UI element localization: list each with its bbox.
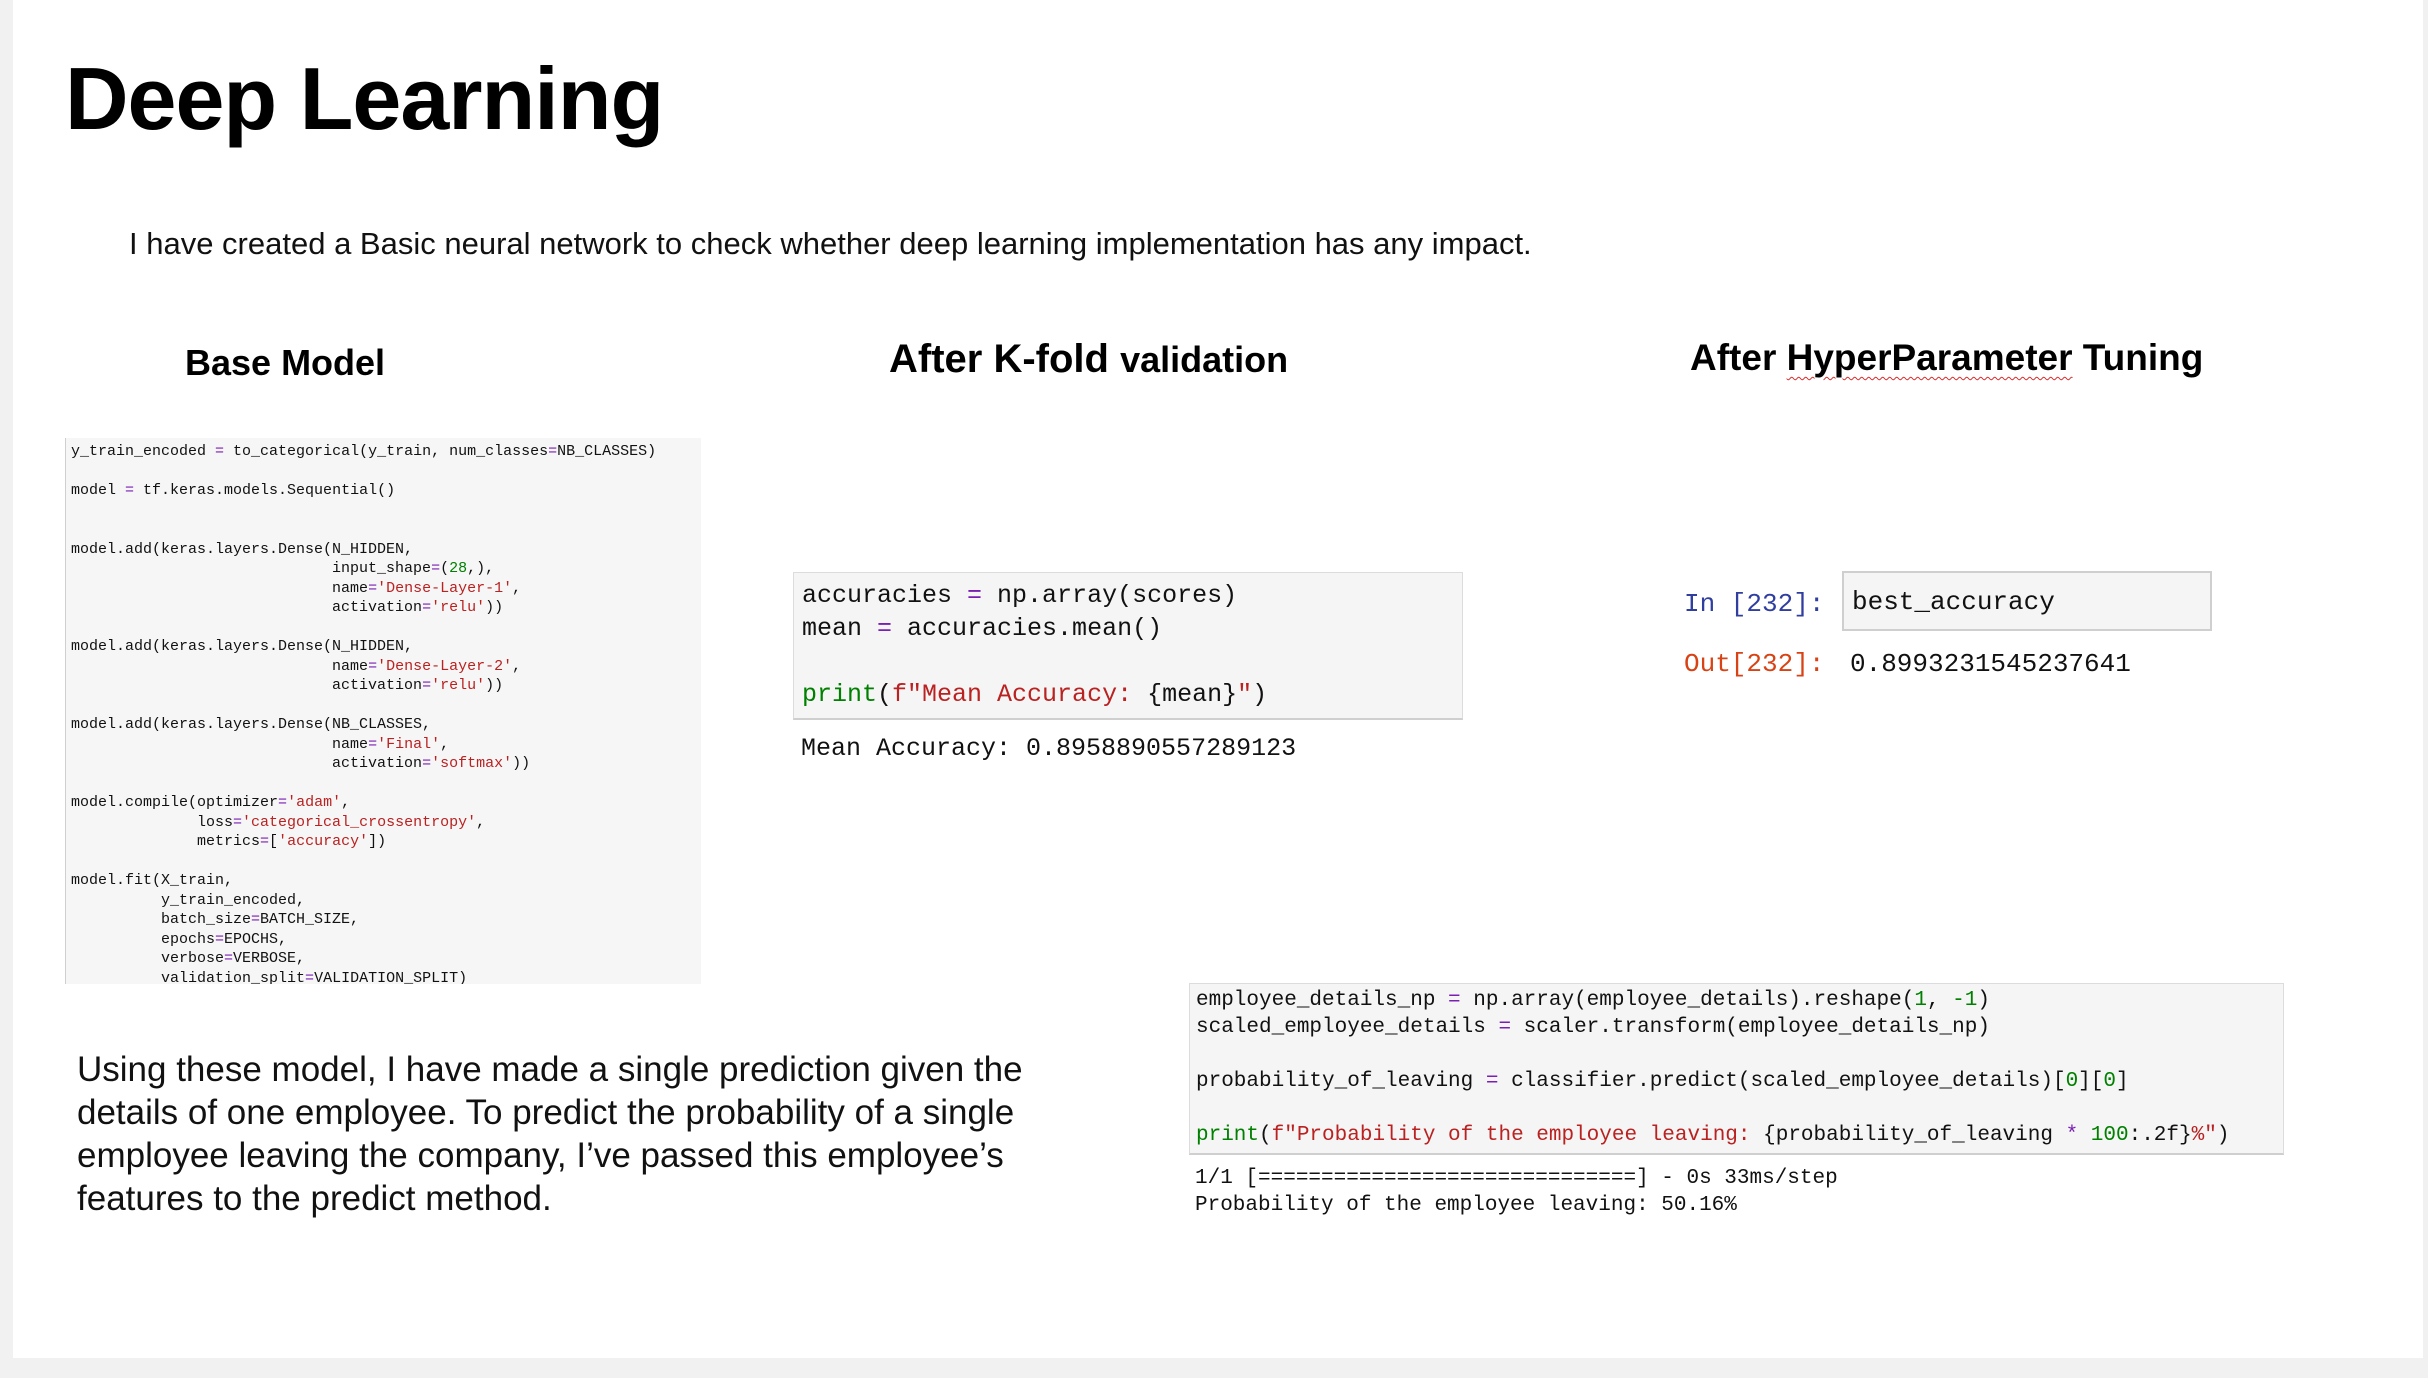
code-line: name='Dense-Layer-1', <box>71 579 522 597</box>
progress-output-line: 1/1 [==============================] - 0… <box>1195 1167 1838 1190</box>
code-line: activation='relu')) <box>71 599 504 616</box>
code-line: accuracies = np.array(scores) <box>802 581 1238 610</box>
code-line: print(f"Probability of the employee leav… <box>1196 1124 2230 1147</box>
code-line: scaled_employee_details = scaler.transfo… <box>1196 1016 1990 1039</box>
heading-kfold-small: validation <box>1120 339 1289 380</box>
code-line: name='Dense-Layer-2', <box>71 657 522 675</box>
probability-output-line: Probability of the employee leaving: 50.… <box>1195 1194 1737 1217</box>
intro-text: I have created a Basic neural network to… <box>129 226 1532 261</box>
code-line: y_train_encoded = to_categorical(y_train… <box>71 443 657 460</box>
heading-base-model: Base Model <box>185 342 386 383</box>
code-line: verbose=VERBOSE, <box>71 950 306 967</box>
heading-hyper-post: Tuning <box>2072 337 2204 378</box>
heading-kfold-main: After K-fold <box>889 337 1109 381</box>
code-line: model.add(keras.layers.Dense(N_HIDDEN, <box>71 540 414 558</box>
out-prompt-label: Out[232]: <box>1684 649 1825 679</box>
kfold-output: Mean Accuracy: 0.8958890557289123 <box>801 734 1297 763</box>
kfold-code-cell[interactable]: accuracies = np.array(scores) mean = acc… <box>793 572 1463 720</box>
code-line: input_shape=(28,), <box>71 560 495 577</box>
code-line: name='Final', <box>71 735 450 753</box>
heading-hyper-squiggle: HyperParameter <box>1786 337 2073 378</box>
code-line: validation_split=VALIDATION_SPLIT) <box>71 969 468 985</box>
code-line: model = tf.keras.models.Sequential() <box>71 482 396 499</box>
code-line: mean = accuracies.mean() <box>802 614 1163 643</box>
heading-hyper-pre: After <box>1690 337 1787 378</box>
code-line: print(f"Mean Accuracy: {mean}") <box>802 680 1268 709</box>
code-line: epochs=EPOCHS, <box>71 930 288 948</box>
code-line: loss='categorical_crossentropy', <box>71 813 486 831</box>
code-line: model.compile(optimizer='adam', <box>71 794 351 811</box>
code-line: employee_details_np = np.array(employee_… <box>1196 989 1990 1012</box>
code-line: activation='softmax')) <box>71 755 531 772</box>
code-line: model.add(keras.layers.Dense(NB_CLASSES, <box>71 716 432 733</box>
heading-hyperparameter: After HyperParameter Tuning <box>1690 337 2203 379</box>
code-line: model.fit(X_train, <box>71 872 234 889</box>
base-model-code: y_train_encoded = to_categorical(y_train… <box>65 438 701 984</box>
prediction-description: Using these model, I have made a single … <box>77 1050 1023 1218</box>
employee-prediction-code-cell[interactable]: employee_details_np = np.array(employee_… <box>1189 983 2284 1155</box>
slide: Deep Learning I have created a Basic neu… <box>13 0 2423 1358</box>
slide-title: Deep Learning <box>65 49 664 148</box>
code-line: model.add(keras.layers.Dense(N_HIDDEN, <box>71 638 414 655</box>
code-line: probability_of_leaving = classifier.pred… <box>1196 1070 2129 1093</box>
code-line: batch_size=BATCH_SIZE, <box>71 911 360 928</box>
heading-kfold: After K-fold validation <box>889 337 1288 382</box>
in-prompt-label: In [232]: <box>1684 589 1825 619</box>
code-line: metrics=['accuracy']) <box>71 833 387 850</box>
best-accuracy-output: 0.8993231545237641 <box>1850 649 2131 679</box>
code-line: activation='relu')) <box>71 677 504 694</box>
best-accuracy-input-cell[interactable]: best_accuracy <box>1842 571 2212 631</box>
code-line: y_train_encoded, <box>71 891 306 909</box>
employee-prediction-output: 1/1 [==============================] - 0… <box>1195 1165 1838 1219</box>
